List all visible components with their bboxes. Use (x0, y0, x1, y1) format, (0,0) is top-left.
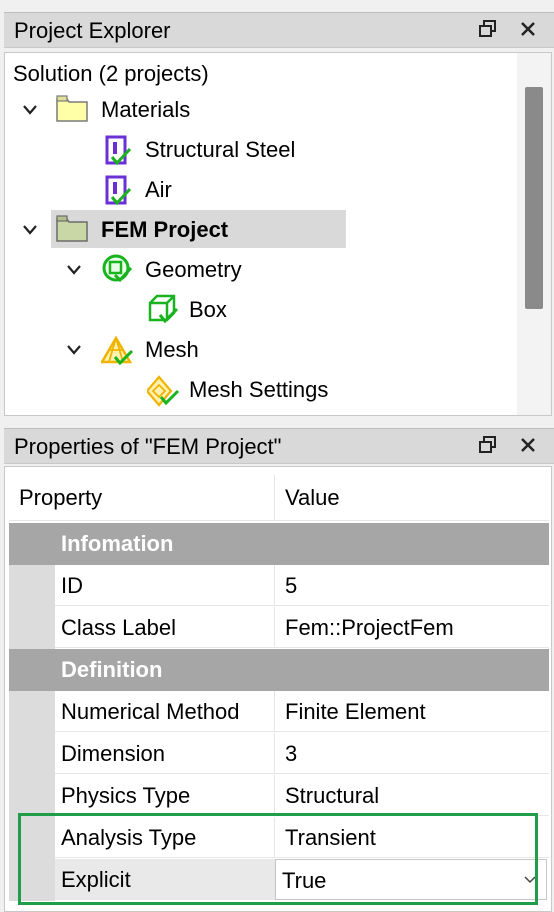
tree-item-label: Materials (101, 97, 191, 122)
property-value[interactable]: 5 (275, 565, 549, 606)
property-row[interactable]: Class Label Fem::ProjectFem (9, 607, 549, 649)
dropdown-value: True (282, 868, 327, 893)
float-window-icon[interactable] (478, 19, 502, 41)
chevron-down-icon[interactable] (65, 261, 83, 279)
category-label: Definition (61, 657, 163, 682)
tree-item-mesh[interactable]: Mesh (145, 331, 199, 369)
property-name: Numerical Method (55, 691, 275, 732)
row-gutter (9, 565, 55, 607)
tree-item-box[interactable]: Box (189, 291, 227, 329)
tree-solution[interactable]: Solution (2 projects) (13, 55, 209, 93)
tree-item-label: Mesh Settings (189, 377, 329, 402)
property-value[interactable]: Transient (275, 817, 549, 858)
tree-item-label: Structural Steel (145, 137, 296, 162)
property-row[interactable]: Analysis Type Transient (9, 817, 549, 859)
property-row[interactable]: Explicit True (9, 859, 549, 901)
tree-item-fem-project[interactable]: FEM Project (101, 211, 228, 249)
tree-scrollbar[interactable] (517, 53, 551, 415)
chevron-down-icon[interactable] (522, 860, 538, 911)
property-name: Dimension (55, 733, 275, 774)
tree-item-label: Air (145, 177, 172, 202)
property-row[interactable]: Dimension 3 (9, 733, 549, 775)
tree-item-label: FEM Project (101, 217, 229, 242)
solution-label: Solution (2 projects) (13, 61, 209, 86)
property-name: Physics Type (55, 775, 275, 816)
tree-item-label: Mesh (145, 337, 199, 362)
row-gutter (9, 607, 55, 649)
tree-item-air[interactable]: Air (145, 171, 172, 209)
grid-header: Property Value (9, 475, 549, 521)
mesh-settings-icon (145, 375, 180, 407)
properties-title: Properties of "FEM Project" (14, 434, 282, 459)
close-icon[interactable] (518, 19, 542, 41)
tree-item-geometry[interactable]: Geometry (145, 251, 242, 289)
property-name: Class Label (55, 607, 275, 648)
geometry-icon (101, 253, 133, 283)
tree-item-label: Box (189, 297, 227, 322)
column-header-value[interactable]: Value (275, 475, 549, 521)
scrollbar-thumb[interactable] (525, 87, 543, 309)
category-gutter (9, 649, 55, 691)
float-window-icon[interactable] (478, 435, 502, 457)
category-row[interactable]: Infomation (9, 523, 549, 565)
property-row[interactable]: Numerical Method Finite Element (9, 691, 549, 733)
explorer-title: Project Explorer (14, 18, 171, 43)
chevron-down-icon[interactable] (21, 101, 39, 119)
box-icon (147, 293, 179, 324)
explicit-dropdown[interactable]: True (275, 859, 547, 900)
material-icon (103, 175, 132, 206)
column-header-property[interactable]: Property (9, 475, 275, 521)
category-row[interactable]: Definition (9, 649, 549, 691)
property-row[interactable]: ID 5 (9, 565, 549, 607)
property-name: Explicit (55, 859, 275, 900)
property-value[interactable]: 3 (275, 733, 549, 774)
row-gutter (9, 859, 55, 901)
explorer-header: Project Explorer (4, 12, 554, 48)
folder-icon (55, 213, 88, 243)
row-gutter (9, 817, 55, 859)
folder-icon (55, 93, 88, 123)
close-icon[interactable] (518, 435, 542, 457)
row-gutter (9, 775, 55, 817)
property-value[interactable]: Finite Element (275, 691, 549, 732)
property-value[interactable]: Structural (275, 775, 549, 816)
properties-header: Properties of "FEM Project" (4, 428, 554, 464)
chevron-down-icon[interactable] (21, 221, 39, 239)
tree-item-mesh-settings[interactable]: Mesh Settings (189, 371, 328, 409)
property-value[interactable]: Fem::ProjectFem (275, 607, 549, 648)
chevron-down-icon[interactable] (65, 341, 83, 359)
category-gutter (9, 523, 55, 565)
property-row[interactable]: Physics Type Structural (9, 775, 549, 817)
project-tree[interactable]: Solution (2 projects) Materials Structur… (4, 52, 552, 416)
row-gutter (9, 691, 55, 733)
property-grid: Property Value Infomation ID 5 Class Lab… (4, 466, 552, 912)
category-label: Infomation (61, 531, 174, 556)
tree-item-label: Geometry (145, 257, 242, 282)
row-gutter (9, 733, 55, 775)
property-name: Analysis Type (55, 817, 275, 858)
material-icon (103, 135, 132, 166)
tree-item-materials[interactable]: Materials (101, 91, 190, 129)
mesh-icon (99, 335, 134, 366)
property-name: ID (55, 565, 275, 606)
tree-item-structural-steel[interactable]: Structural Steel (145, 131, 295, 169)
